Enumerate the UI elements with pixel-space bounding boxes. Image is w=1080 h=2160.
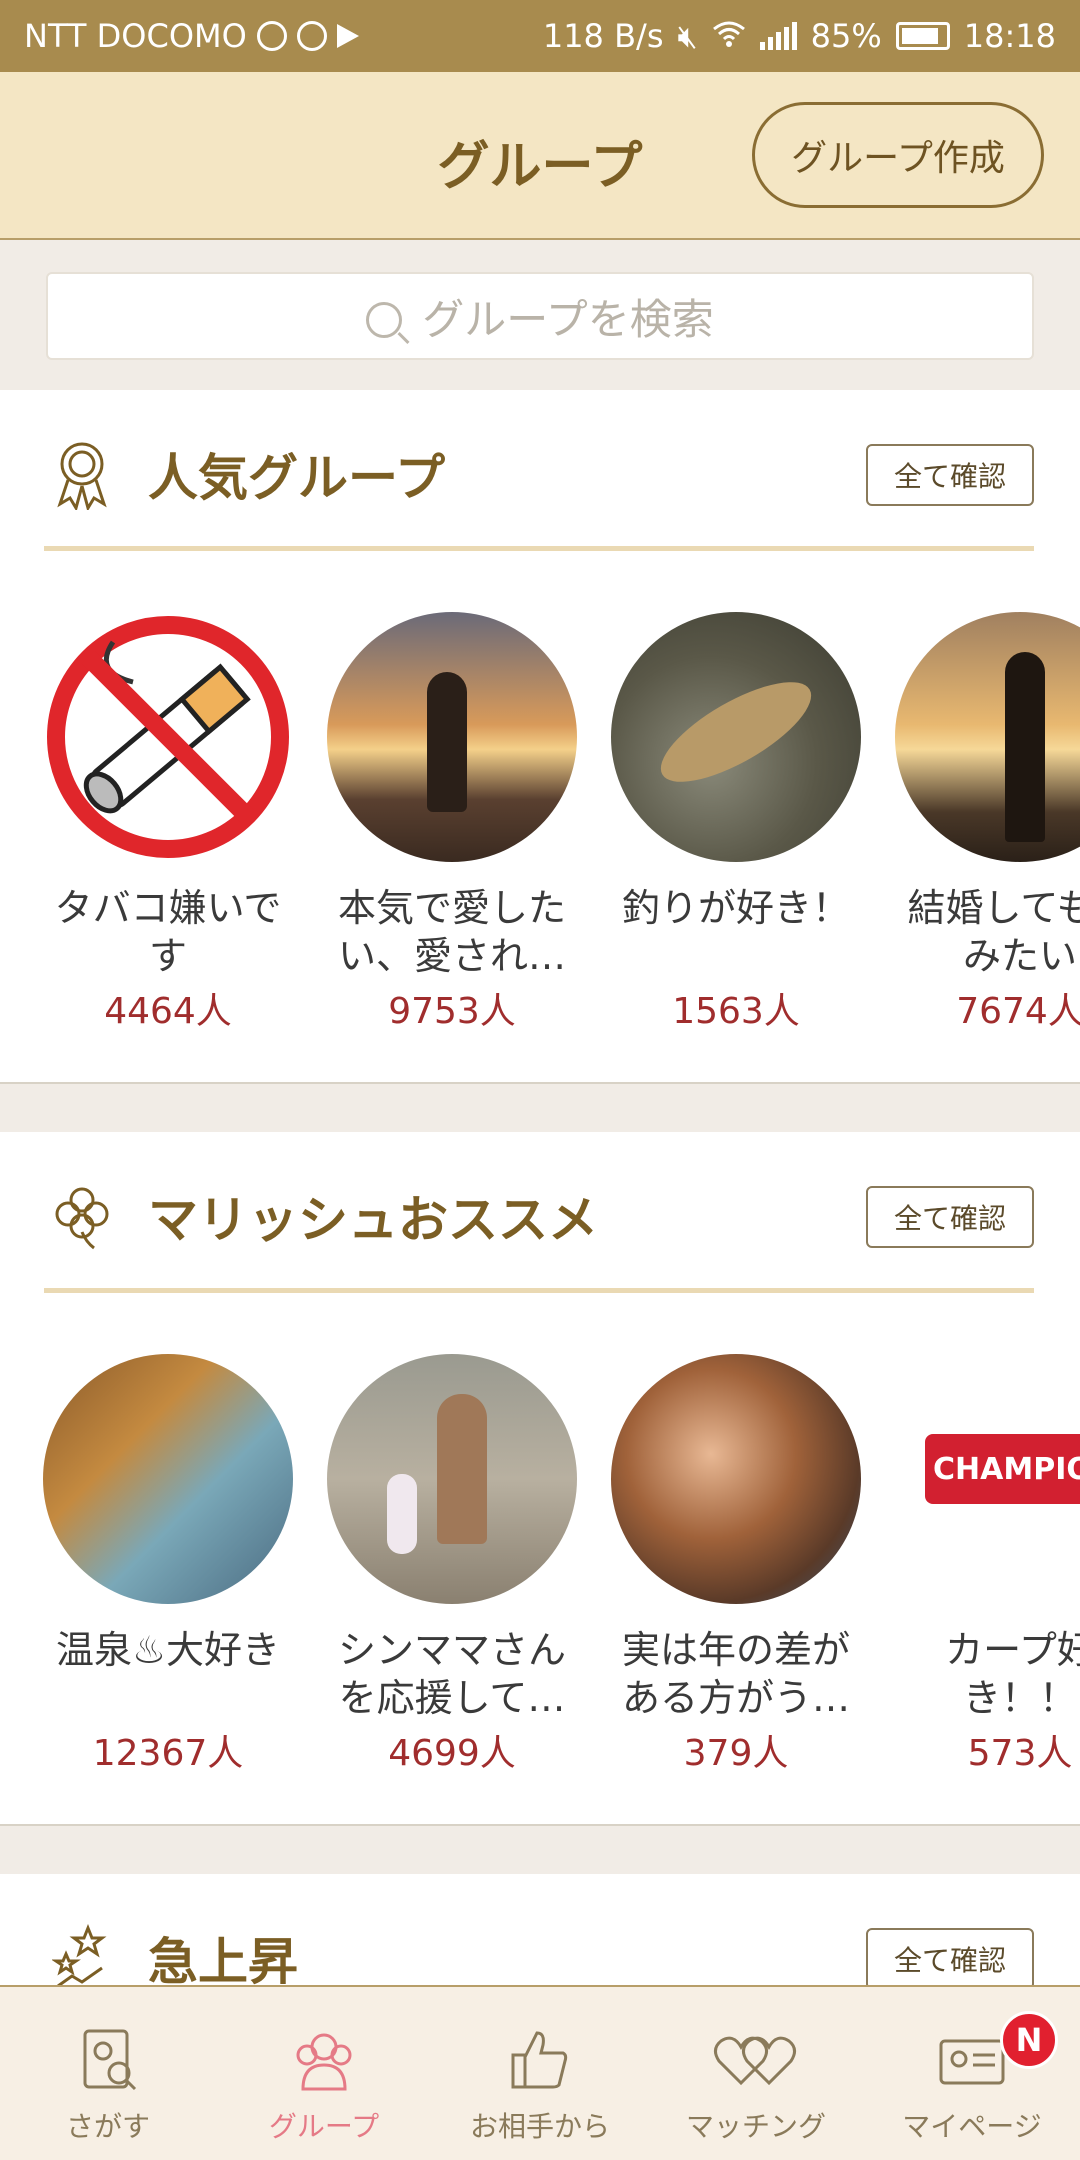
nav-label: さがす [65,2110,150,2143]
group-card[interactable]: 温泉♨大好き 12367人 [38,1354,298,1776]
group-name: カープ好き！！ [945,1628,1080,1720]
id-card-icon [939,2039,1005,2085]
member-count: 12367人 [92,1733,244,1774]
nav-search[interactable]: さがす [0,1987,216,2160]
member-count: 573人 [967,1733,1073,1774]
clock: 18:18 [963,17,1056,55]
create-group-button[interactable]: グループ作成 [752,102,1044,208]
notification-badge: N [1000,2011,1058,2069]
group-carousel[interactable]: タバコ嫌いです 4464人 本気で愛したい、愛され… 9753人 釣りが好き！ … [0,612,1080,1052]
fish-shape [647,663,825,801]
sync-icon [256,21,287,51]
silhouette-figure [427,672,467,812]
group-avatar [43,1354,293,1604]
group-name: タバコ嫌いです [54,886,282,978]
loading-icon [296,21,327,51]
see-all-button[interactable]: 全て確認 [866,1928,1034,1990]
section-divider [44,1288,1034,1293]
group-card[interactable]: タバコ嫌いです 4464人 [38,612,298,1034]
search-placeholder: グループを検索 [422,294,714,344]
group-card[interactable]: 釣りが好き！ 1563人 [606,612,866,1034]
nav-mypage[interactable]: マイページ N [864,1987,1080,2160]
battery-icon [895,22,950,50]
nav-label: マイページ [902,2110,1042,2143]
nav-label: グループ [268,2110,380,2143]
section-title: マリッシュおススメ [148,1191,598,1249]
bottom-navigation: さがす グループ お相手から マッチング マイページ N [0,1985,1080,2160]
group-avatar [327,612,577,862]
group-card[interactable]: 実は年の差がある方がう… 379人 [606,1354,866,1776]
nav-from-partner[interactable]: お相手から [432,1987,648,2160]
search-icon [366,302,403,338]
nav-matching[interactable]: マッチング [648,1987,864,2160]
status-bar: NTT DOCOMO 118 B/s 🔇︎ 85% 18:18 [0,0,1080,72]
group-card[interactable]: シンママさんを応援して… 4699人 [322,1354,582,1776]
group-card[interactable]: 結婚しても人みたい 7674人 [890,612,1080,1034]
group-search-input[interactable]: グループを検索 [46,272,1034,360]
member-count: 4464人 [104,991,232,1032]
group-name: 実は年の差がある方がう… [621,1628,850,1720]
nav-group[interactable]: グループ [216,1987,432,2160]
child-figure [387,1474,417,1554]
clover-icon [55,1187,109,1250]
see-all-button[interactable]: 全て確認 [866,1186,1034,1248]
group-name: 温泉♨大好き [55,1628,281,1672]
mute-icon: 🔇︎ [677,16,698,55]
carrier-name: NTT DOCOMO [24,17,247,55]
group-name: 結婚しても人みたい [907,886,1080,978]
stars-icon [52,1924,107,1988]
group-card[interactable]: CHAMPION カープ好き！！ 573人 [890,1354,1080,1776]
network-speed: 118 B/s [542,17,664,55]
member-count: 9753人 [388,991,516,1032]
group-avatar [611,1354,861,1604]
nav-label: マッチング [685,2110,826,2143]
member-count: 379人 [683,1733,789,1774]
app-header: グループ グループ作成 [0,72,1080,240]
flag-icon [336,24,359,48]
signal-icon [759,22,797,50]
group-avatar [327,1354,577,1604]
member-count: 7674人 [956,991,1080,1032]
group-carousel[interactable]: 温泉♨大好き 12367人 シンママさんを応援して… 4699人 実は年の差があ… [0,1354,1080,1794]
group-avatar: CHAMPION [895,1354,1080,1604]
group-card[interactable]: 本気で愛したい、愛され… 9753人 [322,612,582,1034]
member-count: 4699人 [388,1733,516,1774]
member-count: 1563人 [672,991,800,1032]
group-name: シンママさんを応援して… [337,1628,566,1720]
recommended-groups-section: マリッシュおススメ 全て確認 温泉♨大好き 12367人 シンママさんを応援して… [0,1132,1080,1826]
group-avatar [43,612,293,862]
section-title: 急上昇 [148,1933,298,1991]
section-title: 人気グループ [148,449,445,507]
hearts-icon [714,2036,796,2086]
section-divider [44,546,1034,551]
nav-label: お相手から [469,2110,610,2143]
award-ribbon-icon [57,442,107,510]
popular-groups-section: 人気グループ 全て確認 タバコ嫌いです 4464人 本気で愛したい、愛され… 9… [0,390,1080,1084]
group-name: 釣りが好き！ [621,886,850,930]
wifi-icon [712,17,746,55]
battery-percent: 85% [810,17,882,55]
carp-logo: CHAMPION [925,1434,1080,1504]
see-all-button[interactable]: 全て確認 [866,444,1034,506]
search-profile-icon [83,2029,137,2091]
search-area: グループを検索 [0,242,1080,390]
group-icon [296,2033,352,2091]
group-avatar [611,612,861,862]
person-figure [437,1394,487,1544]
group-name: 本気で愛したい、愛され… [337,886,566,978]
thumbs-up-icon [511,2031,568,2089]
no-smoking-image [47,616,289,858]
silhouette-figure [1005,652,1045,842]
group-avatar [895,612,1080,862]
